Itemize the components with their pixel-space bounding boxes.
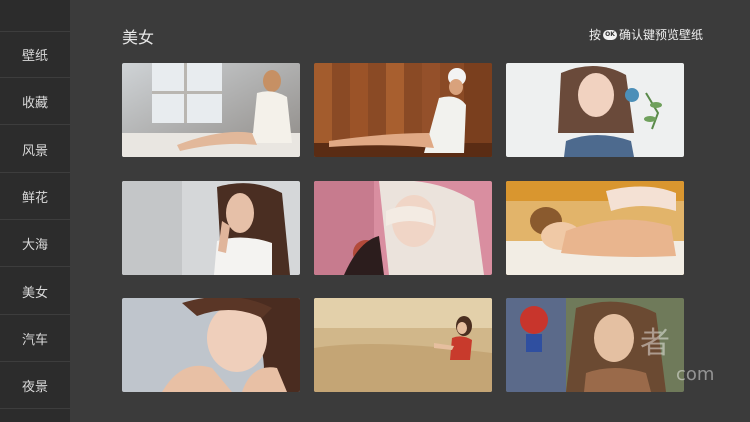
sidebar-item-label: 鲜花 — [21, 190, 48, 206]
wallpaper-thumbnail[interactable] — [122, 298, 300, 392]
photo-thumbnail-icon — [314, 63, 492, 157]
wallpaper-thumbnail[interactable] — [122, 63, 300, 157]
preview-hint: 按 OK 确认键预览壁纸 — [589, 26, 703, 43]
wallpaper-thumbnail[interactable] — [314, 298, 492, 392]
photo-thumbnail-icon — [122, 63, 300, 157]
wallpaper-thumbnail[interactable] — [314, 181, 492, 275]
hint-suffix: 确认键预览壁纸 — [618, 28, 703, 42]
sidebar-item-label: 大海 — [21, 237, 48, 253]
sidebar-item-label: 风景 — [21, 143, 48, 159]
sidebar-item-label: 汽车 — [21, 332, 48, 348]
sidebar-item-cars[interactable]: 汽车 — [0, 315, 70, 362]
sidebar-item-label: 壁纸 — [21, 49, 48, 64]
page-title: 美女 — [122, 28, 155, 47]
sidebar-item-wallpaper[interactable]: 壁纸 — [0, 31, 70, 78]
sidebar-item-label: 收藏 — [21, 95, 48, 111]
watermark-text: com — [676, 364, 715, 385]
wallpaper-app-screen: 壁纸 收藏 风景 鲜花 大海 美女 汽车 夜景 美女 按 OK 确认键预览壁纸 — [0, 0, 750, 422]
watermark-glyph: 者 — [640, 326, 670, 361]
wallpaper-thumbnail[interactable] — [506, 181, 684, 275]
photo-thumbnail-icon — [122, 181, 300, 275]
sidebar-item-scenery[interactable]: 风景 — [0, 126, 70, 173]
sidebar-item-flowers[interactable]: 鲜花 — [0, 173, 70, 220]
ok-key-icon: OK — [602, 29, 617, 40]
sidebar-item-night[interactable]: 夜景 — [0, 362, 70, 409]
wallpaper-thumbnail[interactable] — [122, 181, 300, 275]
wallpaper-thumbnail[interactable] — [314, 63, 492, 157]
hint-prefix: 按 — [588, 28, 601, 42]
sidebar-item-label: 夜景 — [21, 379, 48, 395]
photo-thumbnail-icon — [314, 181, 492, 275]
photo-thumbnail-icon — [314, 298, 492, 392]
wallpaper-thumbnail[interactable] — [506, 63, 684, 157]
category-sidebar: 壁纸 收藏 风景 鲜花 大海 美女 汽车 夜景 — [0, 0, 70, 422]
photo-thumbnail-icon — [506, 181, 684, 275]
sidebar-item-favorites[interactable]: 收藏 — [0, 78, 70, 125]
sidebar-item-sea[interactable]: 大海 — [0, 220, 70, 267]
photo-thumbnail-icon — [122, 298, 300, 392]
photo-thumbnail-icon — [506, 63, 684, 157]
sidebar-item-beauty[interactable]: 美女 — [0, 268, 70, 315]
sidebar-item-label: 美女 — [21, 285, 48, 301]
